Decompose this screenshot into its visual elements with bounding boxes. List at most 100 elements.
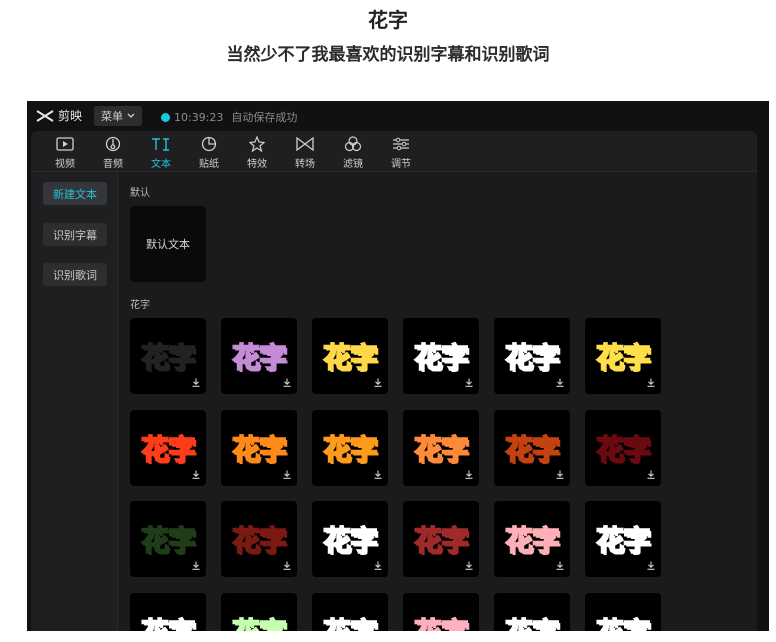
menu-label: 菜单 — [101, 110, 123, 123]
download-icon[interactable] — [283, 470, 291, 482]
fancy-text-preview: 花字 — [231, 340, 288, 375]
fancy-text-preview: 花字 — [231, 432, 288, 467]
download-icon[interactable] — [647, 378, 655, 390]
fancy-text-tile[interactable]: 花字 — [585, 593, 661, 631]
fancy-text-preview: 花字 — [413, 523, 470, 558]
fancy-text-tile[interactable]: 花字 — [312, 593, 388, 631]
download-icon[interactable] — [374, 561, 382, 573]
tab-label: 转场 — [295, 159, 315, 170]
fancy-text-tile[interactable]: 花字 — [585, 501, 661, 577]
fancy-text-tile[interactable]: 花字 — [221, 593, 297, 631]
tab-label: 滤镜 — [343, 159, 363, 170]
fancy-text-tile[interactable]: 花字 — [585, 410, 661, 486]
sidebar-item-recognize-lyrics[interactable]: 识别歌词 — [43, 263, 107, 286]
adjust-icon — [393, 137, 409, 151]
download-icon[interactable] — [465, 561, 473, 573]
fancy-text-preview: 花字 — [595, 523, 652, 558]
fancy-text-tile[interactable]: 花字 — [494, 410, 570, 486]
fancy-text-tile[interactable]: 花字 — [221, 501, 297, 577]
fancy-text-tile[interactable]: 花字 — [312, 501, 388, 577]
fancy-text-preview: 花字 — [504, 523, 561, 558]
fancy-text-preview: 花字 — [322, 432, 379, 467]
fancy-text-preview: 花字 — [413, 340, 470, 375]
fancy-text-preview: 花字 — [403, 611, 479, 631]
fancy-text-preview: 花字 — [322, 340, 379, 375]
fancy-text-tile[interactable]: 花字 — [130, 501, 206, 577]
fancy-text-tile[interactable]: 花字 — [494, 593, 570, 631]
top-bar: 剪映 菜单 10:39:23 自动保存成功 — [27, 101, 769, 131]
download-icon[interactable] — [374, 378, 382, 390]
download-icon[interactable] — [465, 378, 473, 390]
tab-effects[interactable]: 特效 — [233, 135, 281, 170]
fancy-text-tile[interactable]: 花字 — [585, 318, 661, 394]
fancy-text-tile[interactable]: 花字 — [130, 318, 206, 394]
fancy-text-tile[interactable]: 花字 — [403, 410, 479, 486]
header-subtitle: 当然少不了我最喜欢的识别字幕和识别歌词 — [226, 45, 550, 65]
fancy-text-preview: 花字 — [595, 340, 652, 375]
capcut-logo-icon — [36, 109, 54, 122]
download-icon[interactable] — [647, 470, 655, 482]
download-icon[interactable] — [192, 561, 200, 573]
download-icon[interactable] — [465, 470, 473, 482]
fancy-text-tile[interactable]: 花字 — [312, 410, 388, 486]
fancy-text-tile[interactable]: 花字 — [221, 318, 297, 394]
fancy-text-preview: 花字 — [140, 340, 197, 375]
app-logo: 剪映 — [35, 107, 82, 124]
material-panel: 视频 音频 文本 贴纸 特效 转场 滤镜 调节 新建文本 识别字幕 识别歌词 默… — [31, 131, 757, 631]
fancy-text-tile[interactable]: 花字 — [494, 501, 570, 577]
sticker-icon — [201, 136, 217, 152]
download-icon[interactable] — [283, 561, 291, 573]
filter-icon — [344, 136, 362, 152]
fancy-text-tile[interactable]: 花字 — [494, 318, 570, 394]
download-icon[interactable] — [647, 561, 655, 573]
download-icon[interactable] — [556, 561, 564, 573]
fancy-text-tile[interactable]: 花字 — [221, 410, 297, 486]
fancy-text-preview: 花字 — [221, 611, 297, 631]
category-toolbar: 视频 音频 文本 贴纸 特效 转场 滤镜 调节 — [31, 131, 757, 172]
app-name: 剪映 — [58, 109, 83, 123]
download-icon[interactable] — [556, 470, 564, 482]
tab-sticker[interactable]: 贴纸 — [185, 135, 233, 170]
fancy-text-preview: 花字 — [130, 611, 206, 631]
text-sidebar: 新建文本 识别字幕 识别歌词 — [31, 172, 118, 631]
sidebar-item-recognize-subtitles[interactable]: 识别字幕 — [43, 223, 107, 246]
text-content: 默认 默认文本 花字 花字 花字 花字 花字 花字 花字 花字 花字 花字 花字 花字 花字 花字 花字花… — [118, 172, 757, 631]
fancy-text-tile[interactable]: 花字 — [403, 318, 479, 394]
section-label-default: 默认 — [130, 188, 150, 199]
fancy-text-preview: 花字 — [140, 432, 197, 467]
download-icon[interactable] — [192, 378, 200, 390]
tab-label: 视频 — [55, 159, 75, 170]
fancy-text-tile[interactable]: 花字 — [130, 593, 206, 631]
download-icon[interactable] — [192, 470, 200, 482]
default-text-tile[interactable]: 默认文本 — [130, 206, 206, 282]
download-icon[interactable] — [283, 378, 291, 390]
download-icon[interactable] — [556, 378, 564, 390]
tab-label: 贴纸 — [199, 159, 219, 170]
fancy-text-preview: 花字 — [413, 432, 470, 467]
menu-button[interactable]: 菜单 — [94, 106, 142, 126]
tab-adjust[interactable]: 调节 — [377, 135, 425, 170]
fancy-text-tile[interactable]: 花字 — [403, 501, 479, 577]
tab-label: 特效 — [247, 159, 267, 170]
header-title: 花字 — [368, 8, 408, 32]
app-window: 剪映 菜单 10:39:23 自动保存成功 视频 音频 文本 贴纸 特效 转场 … — [27, 101, 769, 631]
tab-video[interactable]: 视频 — [41, 135, 89, 170]
fancy-text-tile[interactable]: 花字 — [403, 593, 479, 631]
tab-transition[interactable]: 转场 — [281, 135, 329, 170]
download-icon[interactable] — [374, 470, 382, 482]
sidebar-item-new-text[interactable]: 新建文本 — [43, 182, 107, 205]
video-icon — [56, 137, 74, 151]
status-text: 自动保存成功 — [231, 111, 298, 124]
section-label-fancy: 花字 — [130, 300, 150, 311]
fancy-text-preview: 花字 — [595, 432, 652, 467]
tab-filter[interactable]: 滤镜 — [329, 135, 377, 170]
fancy-text-tile[interactable]: 花字 — [130, 410, 206, 486]
tab-audio[interactable]: 音频 — [89, 135, 137, 170]
fancy-text-tile[interactable]: 花字 — [312, 318, 388, 394]
status-time: 10:39:23 — [174, 110, 224, 124]
tab-label: 音频 — [103, 159, 123, 170]
fancy-text-preview: 花字 — [585, 611, 661, 631]
fancy-text-preview: 花字 — [312, 611, 388, 631]
tab-text[interactable]: 文本 — [137, 135, 185, 170]
autosave-status: 10:39:23 自动保存成功 — [161, 109, 297, 125]
